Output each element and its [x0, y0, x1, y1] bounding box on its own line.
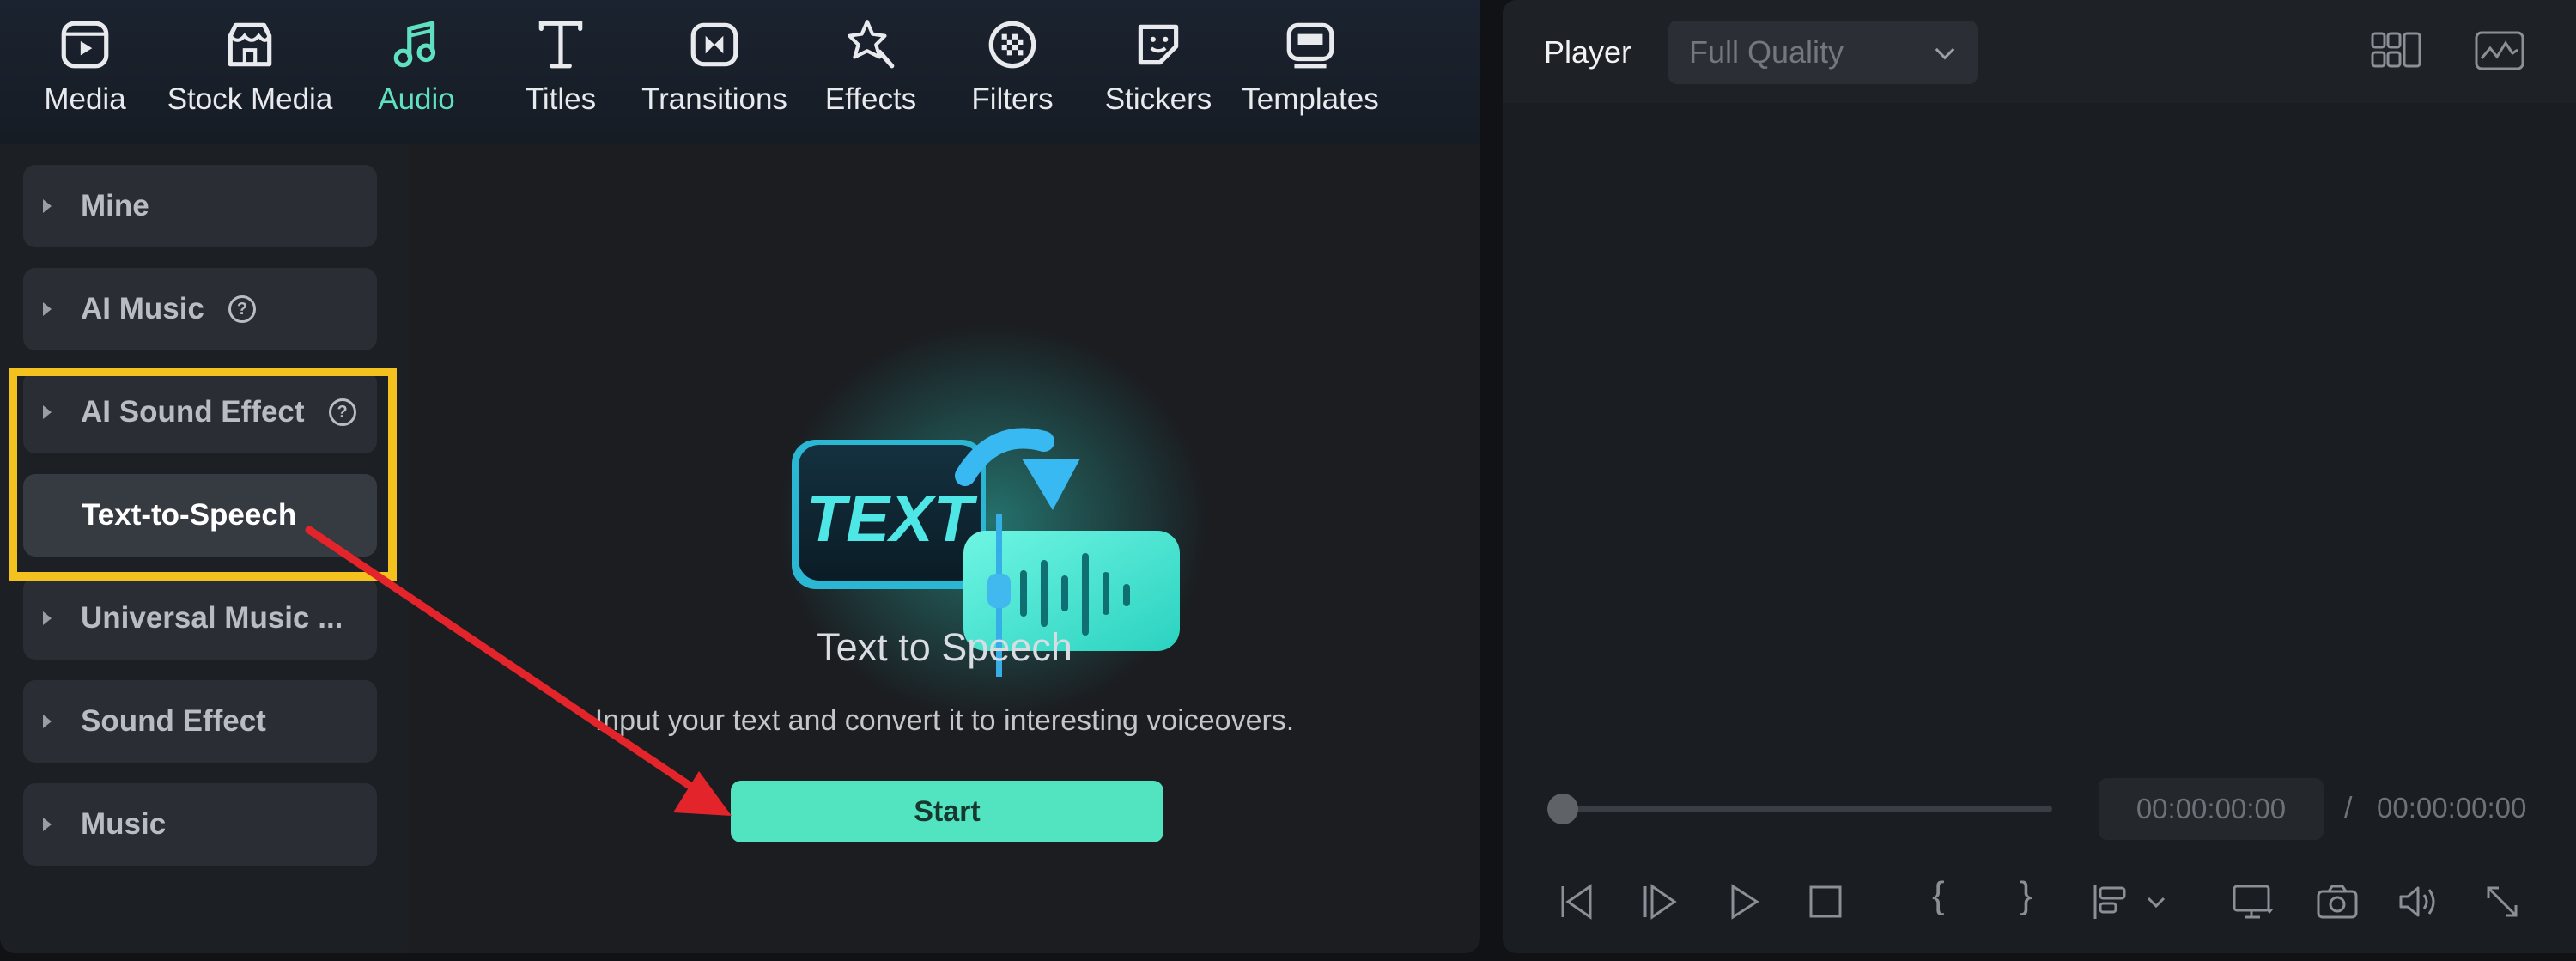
sidebar-item-label: Mine	[81, 189, 149, 222]
layout-grid-icon[interactable]	[2370, 29, 2423, 72]
toolbar-item-audio[interactable]: Audio	[369, 15, 464, 127]
toolbar-item-filters[interactable]: Filters	[965, 15, 1060, 127]
svg-text:TEXT: TEXT	[806, 483, 978, 556]
toolbar-item-templates[interactable]: Templates	[1240, 15, 1381, 127]
sidebar-item-label: AI Music	[81, 292, 204, 325]
toolbar-label: Transitions	[641, 82, 787, 116]
stop-icon	[1809, 885, 1842, 918]
text-to-speech-content: TEXT Text to Speech Input your text and …	[409, 144, 1480, 953]
sidebar-item-label: Sound Effect	[81, 704, 266, 738]
chevron-down-icon	[2147, 897, 2166, 909]
expand-caret-icon	[43, 715, 52, 728]
play-icon	[1731, 884, 1759, 920]
toolbar-item-effects[interactable]: Effects	[819, 15, 922, 127]
player-header: Player Full Quality	[1503, 0, 2576, 103]
stock-media-icon	[221, 15, 279, 74]
expand-caret-icon	[43, 611, 52, 625]
mark-in-button[interactable]: {	[1932, 874, 1945, 917]
media-library-panel: Media Stock Media Audio Titles Transitio…	[0, 0, 1480, 953]
media-icon	[56, 15, 114, 74]
previous-frame-button[interactable]	[1556, 879, 1601, 924]
marker-dropdown[interactable]	[2143, 879, 2169, 924]
next-frame-button[interactable]	[1638, 879, 1683, 924]
toolbar-item-transitions[interactable]: Transitions	[639, 15, 790, 127]
stickers-icon	[1129, 15, 1188, 74]
tts-description: Input your text and convert it to intere…	[594, 704, 1295, 737]
marker-button[interactable]	[2088, 879, 2133, 924]
toolbar-label: Effects	[824, 82, 917, 116]
player-panel: Player Full Quality 00:00:00:00 / 00:00:…	[1503, 0, 2576, 953]
text-to-speech-illustration: TEXT	[778, 325, 1207, 720]
chevron-down-icon	[1935, 40, 1955, 60]
toolbar-item-stickers[interactable]: Stickers	[1104, 15, 1212, 127]
sidebar-item-music[interactable]: Music	[23, 783, 377, 866]
playback-progress-track[interactable]	[1563, 806, 2052, 812]
sidebar-item-label: Universal Music ...	[81, 601, 343, 635]
toolbar-label: Stickers	[1104, 82, 1212, 116]
volume-button[interactable]	[2396, 879, 2440, 924]
stop-button[interactable]	[1803, 879, 1848, 924]
toolbar-label: Stock Media	[167, 82, 333, 116]
mark-out-button[interactable]: }	[2020, 874, 2032, 917]
toolbar-label: Media	[44, 82, 126, 116]
expand-caret-icon	[43, 302, 52, 316]
snapshot-button[interactable]	[2315, 879, 2360, 924]
total-time-display: 00:00:00:00	[2377, 792, 2527, 824]
transitions-icon	[685, 15, 744, 74]
templates-icon	[1281, 15, 1340, 74]
monitor-icon	[2233, 885, 2274, 919]
toolbar-label: Audio	[378, 82, 455, 116]
sidebar-item-sound-effect[interactable]: Sound Effect	[23, 680, 377, 763]
quality-select[interactable]: Full Quality	[1668, 21, 1978, 84]
toolbar-label: Filters	[971, 82, 1054, 116]
expand-caret-icon	[43, 818, 52, 831]
display-settings-button[interactable]	[2231, 879, 2275, 924]
toolbar-item-media[interactable]: Media	[34, 15, 136, 127]
sidebar-item-mine[interactable]: Mine	[23, 165, 377, 247]
sidebar-item-label: Music	[81, 807, 167, 841]
current-time-display[interactable]: 00:00:00:00	[2099, 778, 2324, 840]
toolbar-item-stock-media[interactable]: Stock Media	[160, 15, 340, 127]
waveform-monitor-icon[interactable]	[2473, 29, 2526, 72]
fullscreen-button[interactable]	[2480, 879, 2524, 924]
tts-title: Text to Speech	[817, 625, 1072, 669]
help-icon[interactable]: ?	[228, 295, 256, 323]
camera-icon	[2317, 885, 2358, 919]
marker-icon	[2093, 885, 2126, 919]
playback-progress-knob[interactable]	[1547, 794, 1578, 824]
quality-value: Full Quality	[1689, 34, 1844, 70]
play-button[interactable]	[1721, 879, 1765, 924]
expand-caret-icon	[43, 199, 52, 213]
titles-icon	[532, 15, 590, 74]
player-label: Player	[1544, 34, 1632, 70]
time-separator: /	[2344, 792, 2353, 824]
toolbar-label: Titles	[525, 82, 597, 116]
toolbar-item-titles[interactable]: Titles	[513, 15, 608, 127]
previous-frame-icon	[1561, 884, 1592, 920]
filters-icon	[983, 15, 1042, 74]
sidebar-item-ai-music[interactable]: AI Music ?	[23, 268, 377, 350]
annotation-highlight-box	[9, 368, 397, 581]
volume-icon	[2399, 886, 2435, 917]
effects-icon	[841, 15, 900, 74]
next-frame-icon	[1643, 884, 1677, 920]
fullscreen-icon	[2487, 886, 2518, 917]
asset-toolbar: Media Stock Media Audio Titles Transitio…	[0, 0, 1480, 144]
start-button[interactable]: Start	[731, 781, 1163, 842]
sidebar-item-universal-music[interactable]: Universal Music ...	[23, 577, 377, 660]
audio-note-icon	[387, 15, 446, 74]
toolbar-label: Templates	[1242, 82, 1379, 116]
